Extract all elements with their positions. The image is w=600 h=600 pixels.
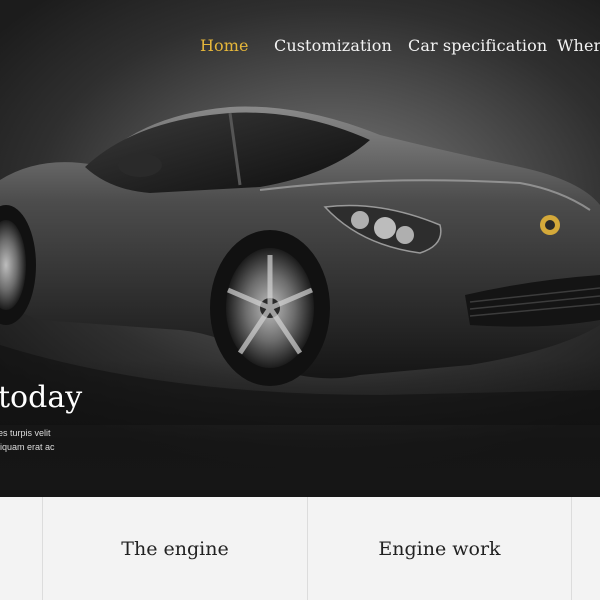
feature-card-4[interactable] bbox=[572, 497, 600, 600]
car-image bbox=[0, 106, 600, 425]
feature-card-title: The engine bbox=[121, 537, 229, 560]
nav-where[interactable]: Where bbox=[557, 36, 600, 55]
feature-card-the-engine[interactable]: The engine bbox=[43, 497, 308, 600]
nav-customization[interactable]: Customization bbox=[274, 36, 392, 55]
feature-card-engine-work[interactable]: Engine work bbox=[308, 497, 572, 600]
hero-text-line-2: liquam erat ac bbox=[0, 442, 55, 452]
feature-cards: The engine Engine work bbox=[0, 497, 600, 600]
hero-title: today bbox=[0, 380, 83, 415]
nav-home[interactable]: Home bbox=[200, 36, 249, 55]
nav-car-specification[interactable]: Car specification bbox=[408, 36, 547, 55]
hero-text-line-1: es turpis velit bbox=[0, 428, 51, 438]
hero-banner: Home Customization Car specification Whe… bbox=[0, 0, 600, 497]
feature-card-title: Engine work bbox=[378, 537, 501, 560]
feature-card-1[interactable] bbox=[0, 497, 43, 600]
